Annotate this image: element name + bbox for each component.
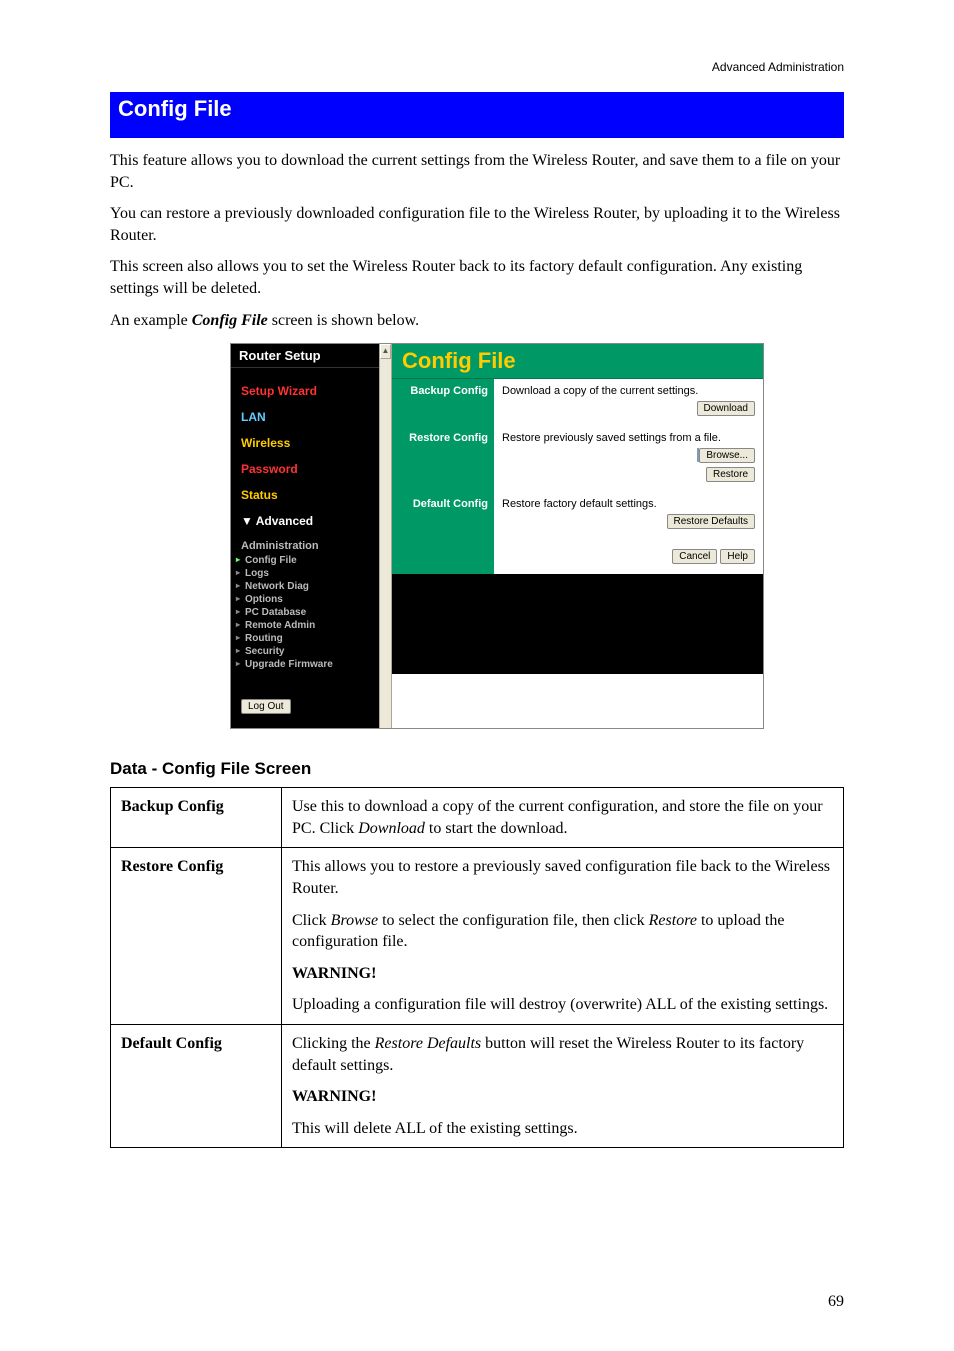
- data-table-heading: Data - Config File Screen: [110, 759, 844, 779]
- data-table: Backup Config Use this to download a cop…: [110, 787, 844, 1148]
- nav-status[interactable]: Status: [231, 482, 379, 508]
- paragraph-3: This screen also allows you to set the W…: [110, 256, 844, 299]
- p4-emph: Config File: [192, 312, 268, 329]
- help-button[interactable]: Help: [720, 549, 755, 564]
- restore-button[interactable]: Restore: [706, 467, 755, 482]
- nav-lan[interactable]: LAN: [231, 404, 379, 430]
- nav-wireless[interactable]: Wireless: [231, 430, 379, 456]
- ss-panel-title: Config File: [392, 344, 763, 379]
- subnav-network-diag[interactable]: Network Diag: [231, 580, 379, 593]
- scrollbar[interactable]: ▲: [379, 344, 392, 728]
- row-backup-value: Use this to download a copy of the curre…: [282, 788, 844, 848]
- subnav-upgrade-firmware[interactable]: Upgrade Firmware: [231, 658, 379, 671]
- subnav-security[interactable]: Security: [231, 645, 379, 658]
- page-header-right: Advanced Administration: [110, 60, 844, 74]
- section-title: Config File: [110, 92, 240, 126]
- ss-backup-text: Download a copy of the current settings.: [502, 385, 755, 397]
- scroll-up-icon[interactable]: ▲: [380, 344, 391, 359]
- browse-button[interactable]: Browse...: [699, 448, 755, 463]
- ss-default-text: Restore factory default settings.: [502, 498, 755, 510]
- ss-label-restore: Restore Config: [392, 426, 494, 492]
- restore-defaults-button[interactable]: Restore Defaults: [667, 514, 755, 529]
- p4-post: screen is shown below.: [268, 312, 419, 329]
- nav-setup-wizard[interactable]: Setup Wizard: [231, 378, 379, 404]
- ss-sidebar: Router Setup ▲ Setup Wizard LAN Wireless…: [231, 344, 379, 728]
- download-button[interactable]: Download: [697, 401, 755, 416]
- subnav-remote-admin[interactable]: Remote Admin: [231, 619, 379, 632]
- cancel-button[interactable]: Cancel: [672, 549, 717, 564]
- paragraph-2: You can restore a previously downloaded …: [110, 203, 844, 246]
- ss-main: Config File Backup Config Download a cop…: [392, 344, 763, 728]
- paragraph-1: This feature allows you to download the …: [110, 150, 844, 193]
- logout-button[interactable]: Log Out: [241, 699, 291, 714]
- row-backup-key: Backup Config: [111, 788, 282, 848]
- ss-label-default: Default Config: [392, 492, 494, 539]
- subnav-logs[interactable]: Logs: [231, 567, 379, 580]
- subnav-config-file[interactable]: Config File: [231, 554, 379, 567]
- subnav-pc-database[interactable]: PC Database: [231, 606, 379, 619]
- subnav-routing[interactable]: Routing: [231, 632, 379, 645]
- row-default-value: Clicking the Restore Defaults button wil…: [282, 1024, 844, 1147]
- ss-sidebar-title: Router Setup: [231, 344, 379, 368]
- row-restore-value: This allows you to restore a previously …: [282, 848, 844, 1025]
- ss-restore-text: Restore previously saved settings from a…: [502, 432, 755, 444]
- row-default-key: Default Config: [111, 1024, 282, 1147]
- p4-pre: An example: [110, 312, 192, 329]
- paragraph-4: An example Config File screen is shown b…: [110, 310, 844, 332]
- config-file-screenshot: Router Setup ▲ Setup Wizard LAN Wireless…: [230, 343, 764, 729]
- row-restore-key: Restore Config: [111, 848, 282, 1025]
- page-number: 69: [828, 1293, 844, 1311]
- nav-advanced[interactable]: ▼ Advanced: [231, 508, 379, 534]
- subnav-options[interactable]: Options: [231, 593, 379, 606]
- nav-subhead-administration: Administration: [231, 534, 379, 554]
- nav-password[interactable]: Password: [231, 456, 379, 482]
- ss-label-backup: Backup Config: [392, 379, 494, 426]
